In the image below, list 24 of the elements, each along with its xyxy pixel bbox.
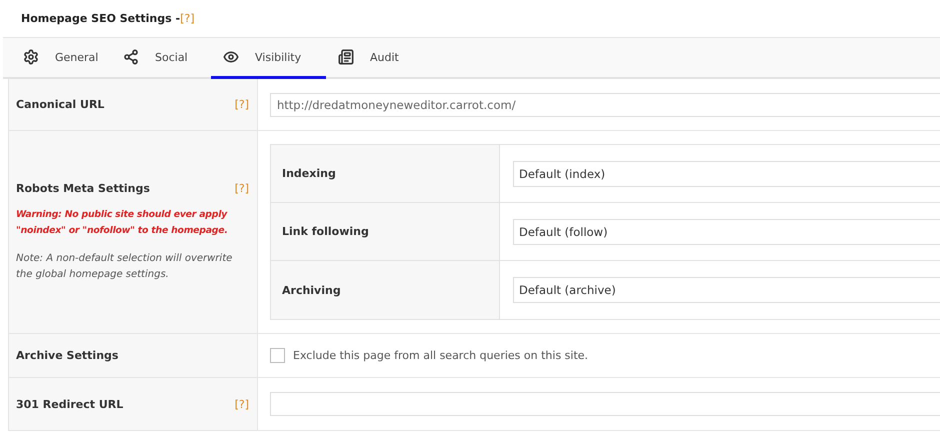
newspaper-icon <box>338 49 354 65</box>
setting-label: Link following <box>282 225 369 238</box>
checkbox[interactable] <box>270 348 285 363</box>
dropdown[interactable]: Default (archive) <box>513 277 940 303</box>
settings-icon <box>23 49 39 65</box>
page-title: Homepage SEO Settings - <box>21 12 180 25</box>
dropdown[interactable]: Default (follow) <box>513 218 940 244</box>
setting-label: Archiving <box>282 284 341 296</box>
eye-icon <box>223 49 239 65</box>
note-text: Note: A non-default selection will overwrite the global homepage settings. <box>16 252 234 282</box>
field-label: Robots Meta Settings <box>16 182 150 194</box>
warning-text: Warning: No public site should ever apply "noindex" or "nofollow" to the homepage. <box>16 208 229 238</box>
tab[interactable]: Audit <box>326 38 426 79</box>
tab[interactable]: General <box>11 38 111 79</box>
url-field[interactable] <box>270 392 940 416</box>
url-field[interactable]: http://dredatmoneyneweditor.carrot.com/ <box>270 92 940 116</box>
share-icon <box>123 49 139 65</box>
checkbox-label: Exclude this page from all search queries on this site. <box>293 349 588 362</box>
field-label: 301 Redirect URL <box>16 398 124 410</box>
field-label: Archive Settings <box>16 349 120 362</box>
field-label: Canonical URL <box>16 98 104 111</box>
tab[interactable]: Social <box>111 38 211 79</box>
dropdown[interactable]: Default (index) <box>513 160 940 186</box>
setting-label: Indexing <box>282 167 336 180</box>
